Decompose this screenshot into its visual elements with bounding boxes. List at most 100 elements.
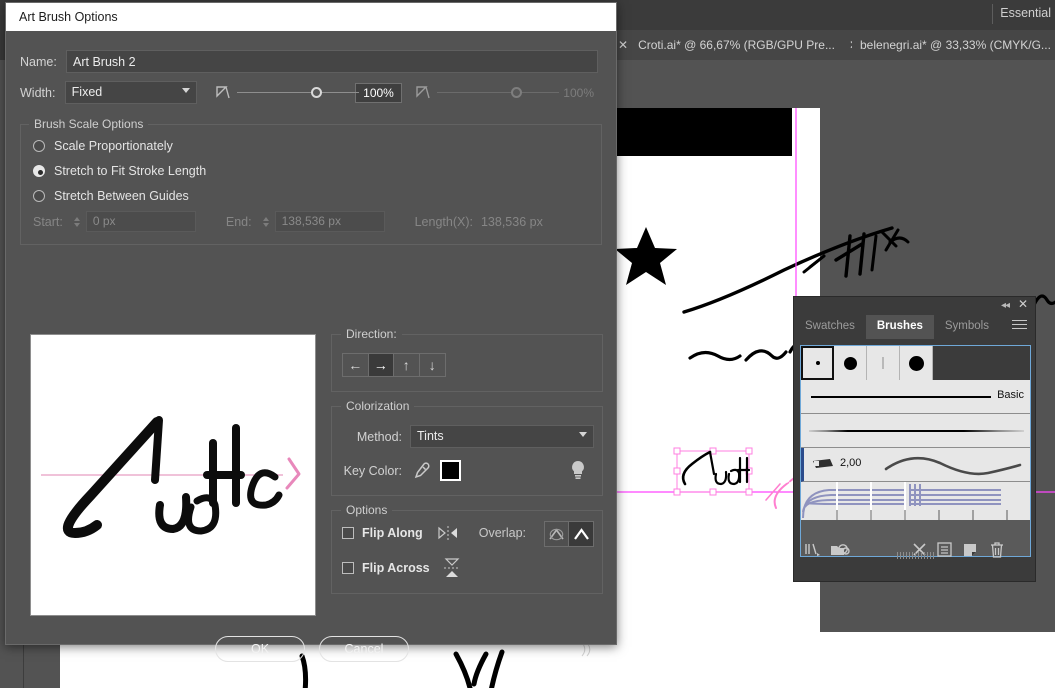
- width-type-value: Fixed: [64, 81, 197, 104]
- list-item[interactable]: [801, 482, 1030, 520]
- radio-label: Stretch to Fit Stroke Length: [54, 164, 207, 178]
- document-tab-belenegri[interactable]: belenegri.ai* @ 33,33% (CMYK/G...: [852, 30, 1055, 60]
- start-stepper: [71, 212, 84, 232]
- brush-thumb-dot-medium[interactable]: [834, 346, 867, 380]
- radio-label: Stretch Between Guides: [54, 189, 189, 203]
- art-brush-preview: [884, 456, 1022, 476]
- document-tab-croti[interactable]: ✕ Croti.ai* @ 66,67% (RGB/GPU Pre... ✕: [610, 30, 881, 60]
- radio-icon[interactable]: [33, 190, 45, 202]
- width-slider-1[interactable]: [236, 83, 359, 103]
- collapse-icon[interactable]: ◂◂: [1001, 300, 1010, 311]
- slider-knob[interactable]: [310, 86, 322, 98]
- tab-label: Swatches: [805, 320, 855, 332]
- libraries-icon[interactable]: [830, 542, 850, 557]
- width-label: Width:: [20, 85, 56, 100]
- panel-footer-toolbar[interactable]: [794, 539, 1037, 563]
- list-item[interactable]: Basic: [801, 380, 1030, 414]
- brush-thumb-dot-large[interactable]: [900, 346, 933, 380]
- key-color-swatch[interactable]: [440, 460, 461, 481]
- page-title: Art Brush Options: [19, 10, 118, 24]
- tab-symbols[interactable]: Symbols: [934, 315, 1000, 339]
- panel-title-bar: ◂◂ ✕: [794, 297, 1035, 315]
- end-value: 138,536 px: [274, 211, 385, 232]
- brushes-panel[interactable]: ◂◂ ✕ Swatches Brushes Symbols Basic 2,00: [793, 296, 1036, 582]
- dialog-title-bar: Art Brush Options: [6, 3, 616, 31]
- radio-stretch-to-fit-stroke-length[interactable]: Stretch to Fit Stroke Length: [33, 164, 589, 178]
- list-item[interactable]: 2,00: [801, 448, 1030, 482]
- brush-libraries-icon[interactable]: [804, 542, 821, 557]
- tab-brushes[interactable]: Brushes: [865, 315, 934, 339]
- overlap-allowed-button[interactable]: [569, 522, 593, 546]
- tips-lightbulb-icon[interactable]: [570, 460, 586, 482]
- options-group: Options Flip Along Overlap: Flip Across: [331, 503, 603, 594]
- brush-thumb-bar[interactable]: [867, 346, 900, 380]
- calligraphic-brush-row[interactable]: [801, 346, 1030, 380]
- start-value: 0 px: [85, 211, 196, 232]
- tab-swatches[interactable]: Swatches: [794, 315, 866, 339]
- group-legend: Colorization: [341, 399, 415, 413]
- method-select[interactable]: Tints: [410, 425, 594, 448]
- ok-button[interactable]: OK: [215, 636, 305, 662]
- arrow-right-icon: →: [373, 357, 388, 373]
- workspace-switcher[interactable]: Essential: [1000, 6, 1055, 20]
- radio-icon[interactable]: [33, 165, 45, 177]
- name-label: Name:: [20, 54, 57, 69]
- brush-name-input[interactable]: [66, 50, 598, 73]
- basic-stroke-preview: [811, 396, 991, 398]
- dialog-body: Name: Width: Fixed 100%: [6, 50, 616, 662]
- eyedropper-icon[interactable]: [412, 461, 430, 480]
- direction-right-button[interactable]: →: [368, 354, 394, 376]
- width-slider-2[interactable]: [436, 83, 559, 103]
- radio-icon[interactable]: [33, 140, 45, 152]
- document-tab-label: belenegri.ai* @ 33,33% (CMYK/G...: [860, 38, 1051, 52]
- arrow-up-icon: ↑: [402, 357, 410, 373]
- overlap-not-allowed-button[interactable]: [545, 522, 569, 546]
- method-value: Tints: [410, 425, 594, 448]
- end-label: End:: [225, 214, 252, 229]
- close-icon[interactable]: ✕: [618, 39, 628, 51]
- direction-up-button[interactable]: ↑: [394, 354, 420, 376]
- flip-along-checkbox[interactable]: [342, 527, 354, 539]
- method-row: Method: Tints: [332, 425, 602, 448]
- radio-scale-proportionately[interactable]: Scale Proportionately: [33, 139, 589, 153]
- radio-stretch-between-guides[interactable]: Stretch Between Guides: [33, 189, 589, 203]
- list-item[interactable]: [801, 414, 1030, 448]
- brush-list[interactable]: Basic 2,00: [800, 345, 1031, 557]
- slider-track: [436, 91, 559, 93]
- brush-name: Basic: [997, 389, 1024, 401]
- group-legend: Direction:: [341, 327, 402, 341]
- pattern-brush-preview: [801, 482, 1030, 520]
- panel-resize-grip[interactable]: [896, 552, 935, 559]
- brush-thumb-dot-small[interactable]: [801, 346, 834, 380]
- direction-buttons[interactable]: ← → ↑ ↓: [342, 353, 446, 377]
- end-stepper: [260, 212, 273, 232]
- dialog-right-column: Direction: ← → ↑ ↓ Colorization Method: …: [331, 327, 603, 608]
- flip-across-row: Flip Across: [332, 557, 602, 579]
- direction-down-button[interactable]: ↓: [420, 354, 445, 376]
- dot-icon: [843, 356, 857, 370]
- panel-tab-strip[interactable]: Swatches Brushes Symbols: [794, 315, 1035, 339]
- flip-across-checkbox[interactable]: [342, 562, 354, 574]
- panel-menu-icon[interactable]: [1012, 320, 1027, 332]
- width-percent-2: 100%: [563, 85, 594, 100]
- width-percent-1[interactable]: 100%: [355, 82, 402, 103]
- delete-brush-icon[interactable]: [990, 542, 1004, 558]
- art-brush-options-dialog[interactable]: Art Brush Options Name: Width: Fixed: [5, 2, 617, 662]
- tapered-stroke-preview: [809, 430, 1024, 432]
- key-color-label: Key Color:: [343, 463, 402, 478]
- dialog-button-row: OK Cancel: [6, 636, 618, 662]
- new-brush-icon[interactable]: [963, 542, 978, 557]
- illustrator-screen: int × Essential ✕ Croti.ai* @ 66,67% (RG…: [0, 0, 1055, 688]
- slider-knob[interactable]: [510, 86, 522, 98]
- document-tab-label: Croti.ai* @ 66,67% (RGB/GPU Pre...: [638, 38, 835, 52]
- cancel-button[interactable]: Cancel: [319, 636, 409, 662]
- slider-track: [236, 91, 359, 93]
- width-profile-icon-1[interactable]: [215, 85, 231, 101]
- close-icon[interactable]: ✕: [1018, 297, 1028, 311]
- width-profile-icon-2[interactable]: [415, 85, 431, 101]
- overlap-buttons[interactable]: [544, 521, 594, 547]
- width-type-select[interactable]: Fixed: [64, 81, 197, 104]
- flip-along-row: Flip Along Overlap:: [332, 521, 602, 547]
- direction-left-button[interactable]: ←: [343, 354, 369, 376]
- options-of-selected-object-icon[interactable]: [937, 542, 952, 557]
